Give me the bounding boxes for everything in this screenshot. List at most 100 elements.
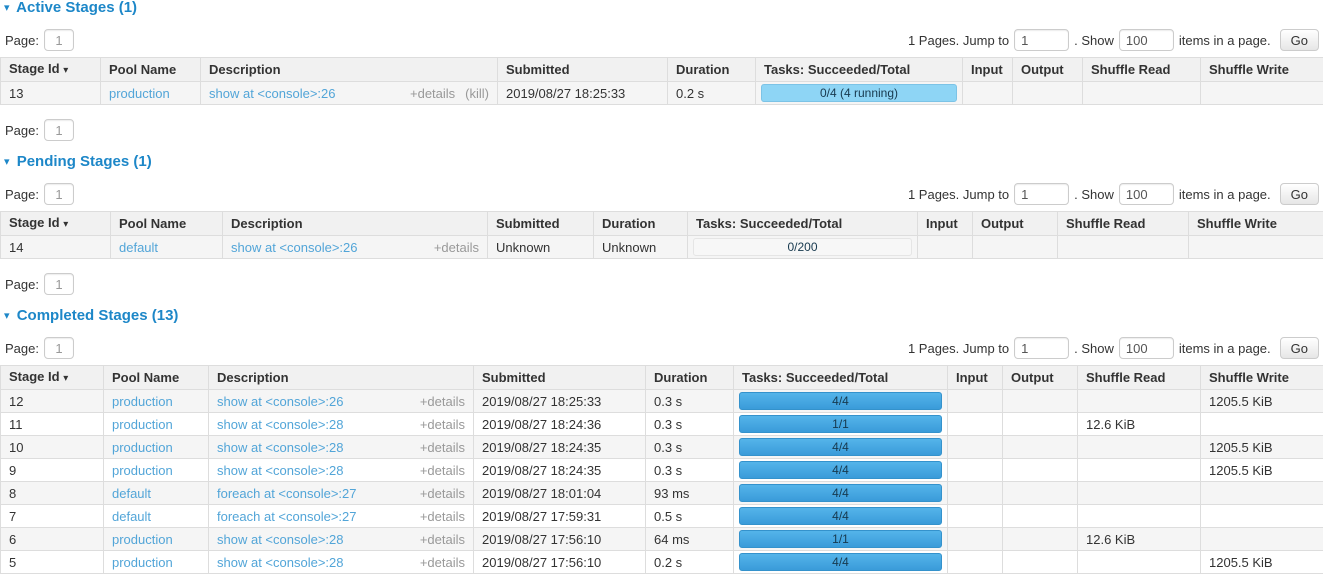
details-toggle-link[interactable]: +details [420, 417, 465, 432]
tasks-cell: 1/1 [734, 528, 948, 551]
column-header-description[interactable]: Description [201, 58, 498, 82]
tasks-progress-label: 4/4 [740, 393, 941, 409]
column-header-shuffle-write[interactable]: Shuffle Write [1201, 366, 1323, 390]
pool-name-link[interactable]: production [109, 86, 170, 101]
shuffle-read-cell [1078, 505, 1201, 528]
details-toggle-link[interactable]: +details [420, 532, 465, 547]
shuffle-read-cell [1058, 236, 1189, 259]
column-header-shuffle-read[interactable]: Shuffle Read [1058, 212, 1189, 236]
pool-name-link[interactable]: default [112, 509, 151, 524]
stage-description-link[interactable]: foreach at <console>:27 [217, 508, 357, 525]
page-number-input[interactable] [44, 337, 74, 359]
pool-name-link[interactable]: default [119, 240, 158, 255]
items-per-page-input[interactable] [1119, 183, 1174, 205]
output-cell [1003, 505, 1078, 528]
column-header-description[interactable]: Description [209, 366, 474, 390]
stage-description-link[interactable]: show at <console>:28 [217, 416, 343, 433]
jump-to-page-input[interactable] [1014, 183, 1069, 205]
pool-name-link[interactable]: production [112, 532, 173, 547]
stage-description-link[interactable]: show at <console>:26 [209, 85, 335, 102]
column-header-input[interactable]: Input [918, 212, 973, 236]
shuffle-read-cell [1078, 390, 1201, 413]
tasks-progress-label: 4/4 [740, 439, 941, 455]
collapse-arrow-icon: ▾ [4, 310, 10, 322]
column-header-output[interactable]: Output [1013, 58, 1083, 82]
tasks-cell: 4/4 [734, 459, 948, 482]
stage-description-link[interactable]: show at <console>:28 [217, 531, 343, 548]
pool-name-link[interactable]: default [112, 486, 151, 501]
stage-row: 11productionshow at <console>:28+details… [1, 413, 1323, 436]
column-header-submitted[interactable]: Submitted [488, 212, 594, 236]
details-toggle-link[interactable]: +details [420, 394, 465, 409]
submitted-cell: 2019/08/27 18:25:33 [474, 390, 646, 413]
column-header-shuffle-read[interactable]: Shuffle Read [1083, 58, 1201, 82]
column-header-output[interactable]: Output [1003, 366, 1078, 390]
column-header-pool-name[interactable]: Pool Name [101, 58, 201, 82]
output-cell [1003, 413, 1078, 436]
column-header-input[interactable]: Input [963, 58, 1013, 82]
pool-name-link[interactable]: production [112, 417, 173, 432]
collapse-arrow-icon: ▾ [4, 2, 10, 14]
details-toggle-link[interactable]: +details [434, 240, 479, 255]
stage-description-link[interactable]: show at <console>:26 [231, 239, 357, 256]
details-toggle-link[interactable]: +details [420, 555, 465, 570]
column-header-duration[interactable]: Duration [668, 58, 756, 82]
column-header-submitted[interactable]: Submitted [498, 58, 668, 82]
details-toggle-link[interactable]: +details [420, 509, 465, 524]
shuffle-write-cell [1201, 528, 1323, 551]
go-button[interactable]: Go [1280, 29, 1319, 51]
column-header-stage-id[interactable]: Stage Id ▾ [1, 212, 111, 236]
go-button[interactable]: Go [1280, 337, 1319, 359]
column-header-tasks-succeeded-total[interactable]: Tasks: Succeeded/Total [734, 366, 948, 390]
items-per-page-input[interactable] [1119, 337, 1174, 359]
go-button[interactable]: Go [1280, 183, 1319, 205]
column-header-pool-name[interactable]: Pool Name [111, 212, 223, 236]
column-header-input[interactable]: Input [948, 366, 1003, 390]
column-header-pool-name[interactable]: Pool Name [104, 366, 209, 390]
details-toggle-link[interactable]: +details [420, 463, 465, 478]
column-header-duration[interactable]: Duration [646, 366, 734, 390]
details-toggle-link[interactable]: +details [420, 440, 465, 455]
tasks-progress-label: 1/1 [740, 531, 941, 547]
stage-id-cell: 14 [1, 236, 111, 259]
page-number-input[interactable] [44, 119, 74, 141]
pool-name-link[interactable]: production [112, 394, 173, 409]
details-toggle-link[interactable]: +details [420, 486, 465, 501]
column-header-description[interactable]: Description [223, 212, 488, 236]
column-header-shuffle-write[interactable]: Shuffle Write [1189, 212, 1323, 236]
column-header-shuffle-read[interactable]: Shuffle Read [1078, 366, 1201, 390]
stage-description-link[interactable]: show at <console>:28 [217, 554, 343, 571]
section-header-active-stages[interactable]: ▾ Active Stages (1) [4, 1, 1323, 15]
jump-to-page-input[interactable] [1014, 29, 1069, 51]
page-number-input[interactable] [44, 273, 74, 295]
pool-name-link[interactable]: production [112, 555, 173, 570]
column-header-stage-id[interactable]: Stage Id ▾ [1, 58, 101, 82]
column-header-tasks-succeeded-total[interactable]: Tasks: Succeeded/Total [688, 212, 918, 236]
description-cell: show at <console>:26 +details (kill) [201, 82, 498, 105]
items-per-page-input[interactable] [1119, 29, 1174, 51]
kill-stage-link[interactable]: (kill) [465, 86, 489, 101]
section-header-completed-stages[interactable]: ▾ Completed Stages (13) [4, 309, 1323, 323]
pool-name-link[interactable]: production [112, 463, 173, 478]
tasks-progress-bar: 1/1 [739, 530, 942, 548]
jump-to-page-input[interactable] [1014, 337, 1069, 359]
section-header-pending-stages[interactable]: ▾ Pending Stages (1) [4, 155, 1323, 169]
column-header-duration[interactable]: Duration [594, 212, 688, 236]
stage-description-link[interactable]: show at <console>:28 [217, 439, 343, 456]
column-header-tasks-succeeded-total[interactable]: Tasks: Succeeded/Total [756, 58, 963, 82]
duration-cell: Unknown [594, 236, 688, 259]
page-number-input[interactable] [44, 29, 74, 51]
column-header-output[interactable]: Output [973, 212, 1058, 236]
stage-description-link[interactable]: show at <console>:28 [217, 462, 343, 479]
column-header-stage-id[interactable]: Stage Id ▾ [1, 366, 104, 390]
page-number-input[interactable] [44, 183, 74, 205]
stage-description-link[interactable]: show at <console>:26 [217, 393, 343, 410]
pool-name-link[interactable]: production [112, 440, 173, 455]
show-label: . Show [1074, 187, 1114, 202]
stage-description-link[interactable]: foreach at <console>:27 [217, 485, 357, 502]
description-cell: show at <console>:28 +details [209, 413, 474, 436]
column-header-submitted[interactable]: Submitted [474, 366, 646, 390]
column-header-shuffle-write[interactable]: Shuffle Write [1201, 58, 1323, 82]
shuffle-write-cell: 1205.5 KiB [1201, 390, 1323, 413]
details-toggle-link[interactable]: +details [410, 86, 455, 101]
